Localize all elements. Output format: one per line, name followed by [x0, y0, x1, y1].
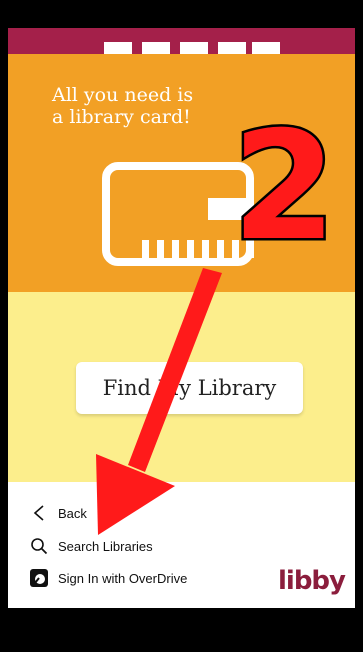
back-label: Back — [58, 505, 87, 521]
header-tab-2 — [142, 42, 170, 54]
search-libraries-label: Search Libraries — [58, 538, 153, 554]
headline-line-1: All you need is — [52, 84, 194, 106]
headline-line-2: a library card! — [52, 106, 191, 128]
search-libraries-row[interactable]: Search Libraries — [30, 537, 153, 555]
overdrive-label: Sign In with OverDrive — [58, 570, 188, 586]
card-stripe — [208, 198, 254, 220]
back-row[interactable]: Back — [30, 504, 87, 522]
overdrive-icon — [30, 569, 48, 587]
phone-frame: All you need is a library card! Find My … — [0, 0, 363, 652]
header-tab-5 — [252, 42, 280, 54]
header-tab-1 — [104, 42, 132, 54]
header-tab-4 — [218, 42, 246, 54]
find-my-library-button[interactable]: Find My Library — [76, 362, 303, 414]
search-icon — [30, 537, 48, 555]
overdrive-signin-row[interactable]: Sign In with OverDrive — [30, 569, 187, 587]
status-bar — [0, 0, 363, 28]
library-card-icon — [102, 162, 254, 266]
libby-logo: libby — [278, 566, 346, 596]
chevron-left-icon — [30, 504, 48, 522]
card-barcode — [142, 240, 254, 258]
headline: All you need is a library card! — [52, 84, 232, 128]
header-tab-3 — [180, 42, 208, 54]
bottom-menu: Back Search Libraries Sign In with OverD… — [8, 482, 355, 608]
